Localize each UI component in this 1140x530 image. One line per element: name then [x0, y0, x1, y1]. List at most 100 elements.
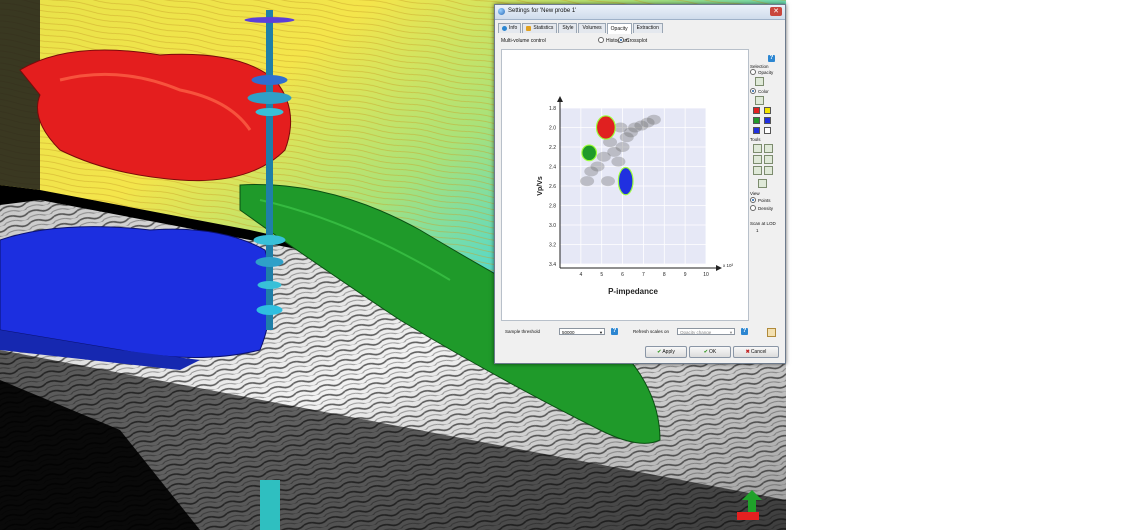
scan-lod-value: 1 [756, 228, 759, 233]
x-tick-label: 10 [703, 272, 709, 278]
threshold-combo[interactable]: 50000 ▼ [559, 328, 605, 335]
color-label: Color [758, 89, 769, 95]
cancel-button[interactable]: ✖Cancel [733, 346, 779, 358]
tab-opacity[interactable]: Opacity [606, 23, 632, 34]
y-tick-label: 2.6 [549, 184, 556, 190]
tools-title: Tools [750, 137, 761, 142]
lasso-tool-icon[interactable] [764, 144, 773, 153]
help-icon[interactable]: ? [768, 55, 775, 62]
tab-opacity-label: Opacity [610, 25, 628, 32]
refresh-label: Refresh scales on [633, 329, 670, 334]
y-axis-label: Vp/Vs [537, 176, 544, 196]
cloud-point [615, 142, 630, 152]
swatch-red[interactable] [753, 107, 760, 114]
apply-button[interactable]: ✔Apply [645, 346, 687, 358]
cloud-point [590, 161, 605, 172]
zoom-out-tool-icon[interactable] [764, 155, 773, 164]
x-tick-label: 6 [621, 272, 624, 278]
dialog-title: Settings for 'New probe 1' [508, 8, 577, 14]
swatch-green[interactable] [753, 117, 760, 124]
x-tick-label: 7 [642, 272, 645, 278]
crossplot-option[interactable]: Crossplot [618, 36, 648, 45]
side-panel: ? Selection Opacity Color Tools View Poi… [750, 49, 782, 319]
cluster-point [595, 115, 616, 140]
mode-row: Multi-volume control Histogram Crossplot [501, 36, 781, 45]
crossplot-radio[interactable] [618, 36, 624, 43]
swatch-white[interactable] [764, 127, 771, 134]
density-option[interactable]: Density [750, 205, 774, 212]
y-axis-arrow [557, 96, 563, 102]
color-radio[interactable] [750, 88, 756, 94]
tab-bar: Info Statistics Style Volumes Opacity Ex… [498, 23, 664, 34]
mode-label: Multi-volume control [501, 38, 546, 44]
tab-statistics[interactable]: Statistics [522, 23, 558, 33]
tab-volumes[interactable]: Volumes [578, 23, 606, 33]
crossplot-label: Crossplot [626, 38, 648, 44]
ok-button[interactable]: ✔OK [689, 346, 731, 358]
chevron-down-icon: ▼ [599, 330, 603, 335]
density-radio[interactable] [750, 205, 756, 211]
refresh-combo[interactable]: Opacity change ▼ [677, 328, 735, 335]
points-option[interactable]: Points [750, 197, 771, 204]
color-tool-icon[interactable] [755, 96, 764, 105]
close-button[interactable]: ✕ [770, 7, 782, 16]
opacity-label: Opacity [758, 70, 774, 76]
zoom-in-tool-icon[interactable] [753, 155, 762, 164]
y-tick-label: 2.0 [549, 126, 556, 132]
stats-icon [526, 26, 532, 31]
refresh-help-icon[interactable]: ? [741, 328, 748, 335]
view-title: View [750, 191, 760, 196]
tab-info-label: Info [509, 25, 518, 31]
pan-tool-icon[interactable] [753, 166, 762, 175]
cloud-point [646, 114, 661, 125]
info-icon [502, 26, 507, 31]
cloud-point [611, 156, 626, 167]
y-tick-label: 2.2 [549, 145, 556, 151]
opacity-option[interactable]: Opacity [750, 69, 774, 76]
x-tick-label: 8 [663, 272, 666, 278]
opacity-radio[interactable] [750, 69, 756, 75]
threshold-value: 50000 [562, 330, 575, 335]
app-icon [498, 8, 505, 15]
crossplot-panel[interactable]: 4 5 6 7 8 9 10 1.8 2.0 2.2 2.4 2.6 2.8 3.0 3.2 3.4 x 10³… [501, 49, 749, 321]
histogram-radio[interactable] [598, 36, 604, 43]
threshold-help-icon[interactable]: ? [611, 328, 618, 335]
export-tool-icon[interactable] [758, 179, 767, 188]
tab-info[interactable]: Info [498, 23, 522, 33]
x-tick-label: 5 [600, 272, 603, 278]
color-option[interactable]: Color [750, 88, 769, 95]
settings-dialog: Settings for 'New probe 1' ✕ Info Statis… [494, 4, 786, 364]
density-label: Density [758, 206, 774, 212]
points-label: Points [758, 198, 771, 204]
crossplot-chart[interactable]: 4 5 6 7 8 9 10 1.8 2.0 2.2 2.4 2.6 2.8 3.0 3.2 3.4 x 10³… [502, 50, 748, 320]
x-tick-label: 9 [684, 272, 687, 278]
ok-label: OK [708, 349, 717, 355]
opacity-tool-icon[interactable] [755, 77, 764, 86]
select-tool-icon[interactable] [753, 144, 762, 153]
y-tick-label: 1.8 [549, 106, 556, 112]
tab-style[interactable]: Style [558, 23, 578, 33]
swatch-blue[interactable] [764, 117, 771, 124]
x-icon: ✖ [745, 349, 750, 355]
y-tick-label: 2.8 [549, 204, 556, 210]
tab-extraction[interactable]: Extraction [632, 23, 663, 33]
dialog-title-bar[interactable]: Settings for 'New probe 1' ✕ [495, 5, 785, 20]
x-scale-label: x 10³ [723, 263, 734, 268]
y-tick-label: 3.2 [549, 243, 556, 249]
points-radio[interactable] [750, 197, 756, 203]
options-row: Sample threshold 50000 ▼ ? Refresh scale… [501, 327, 781, 337]
refresh-value: Opacity change [680, 330, 712, 335]
x-tick-label: 4 [579, 272, 582, 278]
apply-label: Apply [662, 349, 675, 355]
check-icon: ✔ [657, 349, 662, 355]
swatch-blue-2[interactable] [753, 127, 760, 134]
reset-tool-icon[interactable] [764, 166, 773, 175]
y-tick-label: 3.4 [549, 262, 556, 268]
refresh-icon[interactable] [767, 328, 776, 337]
cancel-label: Cancel [750, 349, 767, 355]
swatch-yellow[interactable] [764, 107, 771, 114]
scan-lod-label: Scan at LOD [750, 221, 776, 226]
threshold-label: Sample threshold [505, 329, 541, 334]
chevron-down-icon: ▼ [729, 330, 733, 335]
tab-volumes-label: Volumes [582, 25, 602, 31]
